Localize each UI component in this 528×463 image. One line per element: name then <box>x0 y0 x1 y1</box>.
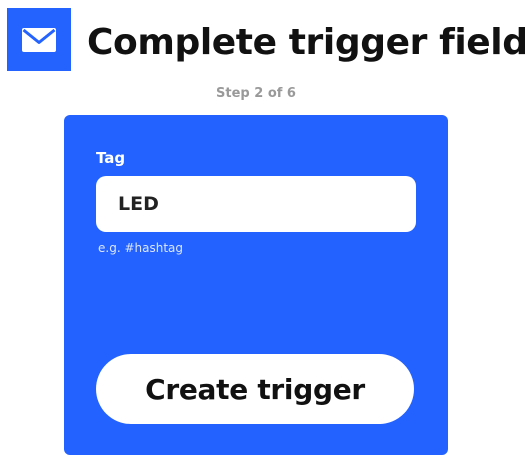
page-title: Complete trigger fields <box>87 22 528 63</box>
envelope-icon <box>22 27 56 52</box>
step-indicator: Step 2 of 6 <box>216 86 296 101</box>
tag-input[interactable] <box>96 176 416 232</box>
create-trigger-button[interactable]: Create trigger <box>96 354 414 424</box>
trigger-fields-page: Complete trigger fields Step 2 of 6 Tag … <box>0 0 528 463</box>
tag-field-helper: e.g. #hashtag <box>98 241 183 255</box>
trigger-fields-card: Tag e.g. #hashtag Create trigger <box>64 115 448 455</box>
email-service-badge <box>7 8 71 71</box>
tag-field-label: Tag <box>96 149 126 167</box>
